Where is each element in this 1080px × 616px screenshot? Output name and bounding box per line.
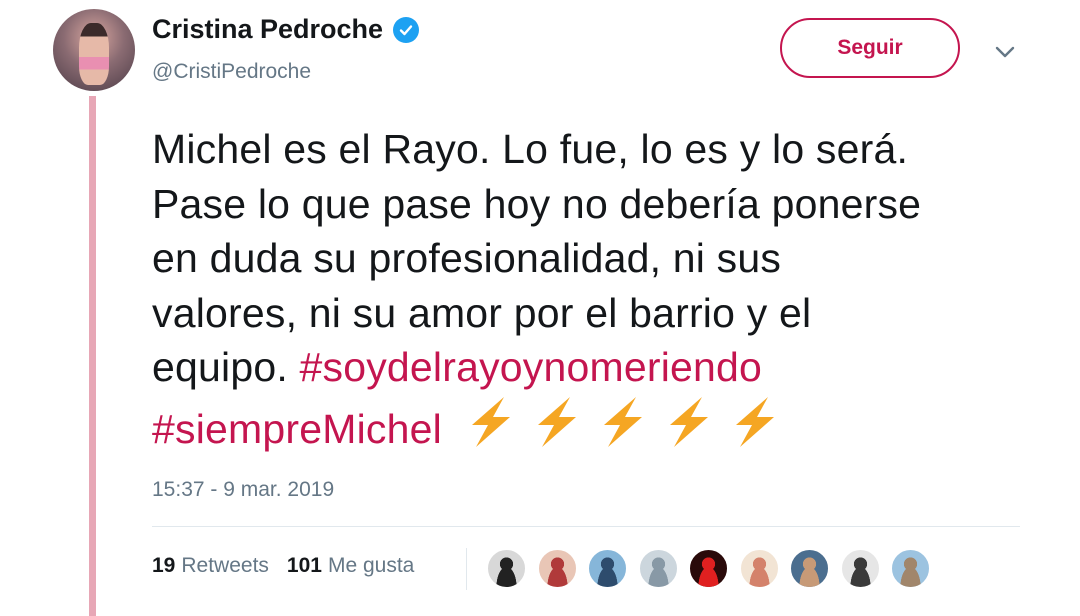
liker-avatar-7[interactable]: [789, 548, 830, 589]
avatar-photo: [488, 550, 525, 587]
avatar-photo: [791, 550, 828, 587]
avatar-photo: [892, 550, 929, 587]
avatar-photo: [538, 550, 576, 587]
tweet-line: Michel es el Rayo. Lo fue, lo es y lo se…: [152, 126, 909, 172]
likes-label[interactable]: Me gusta: [328, 554, 414, 578]
liker-avatar-4[interactable]: [637, 548, 679, 589]
chevron-down-icon[interactable]: [993, 42, 1017, 62]
liker-avatar-9[interactable]: [890, 548, 931, 589]
retweets-count[interactable]: 19: [152, 554, 175, 578]
tweet-stats: 19 Retweets 101 Me gusta: [152, 554, 414, 578]
liker-avatar-3[interactable]: [587, 548, 628, 589]
hashtag-link[interactable]: #siempreMichel: [152, 406, 442, 452]
hashtag-link[interactable]: #soydelrayoynomeriendo: [300, 344, 763, 390]
liker-avatar-6[interactable]: [738, 548, 780, 589]
tweet-line: en duda su profesionalidad, ni sus: [152, 235, 782, 281]
tweet-line: equipo. #soydelrayoynomeriendo: [152, 340, 1052, 395]
divider: [152, 526, 1020, 527]
author-name-row: Cristina Pedroche: [152, 14, 420, 45]
high-voltage-icon: [735, 396, 774, 447]
verified-badge-icon: [393, 16, 420, 43]
tweet-line: valores, ni su amor por el barrio y el: [152, 289, 812, 336]
avatar-photo: [841, 550, 879, 587]
liker-avatar-8[interactable]: [839, 548, 881, 589]
likes-count[interactable]: 101: [287, 554, 322, 578]
liker-avatar-5[interactable]: [688, 548, 729, 589]
thread-line: [89, 96, 96, 616]
high-voltage-icon: [471, 396, 510, 447]
avatar-photo: [79, 23, 109, 85]
avatar-photo: [639, 550, 677, 587]
liker-avatar-2[interactable]: [536, 548, 578, 589]
follow-button[interactable]: Seguir: [780, 18, 960, 78]
avatar-photo: [740, 550, 778, 587]
tweet-line: Pase lo que pase hoy no debería ponerse: [152, 180, 922, 227]
author-handle[interactable]: @CristiPedroche: [152, 60, 311, 84]
high-voltage-icon: [603, 396, 642, 447]
liker-avatars: [486, 548, 941, 589]
liker-avatar-1[interactable]: [486, 548, 527, 589]
tweet-text-end: equipo.: [152, 344, 288, 390]
stats-divider: [466, 548, 467, 590]
tweet-text: Michel es el Rayo. Lo fue, lo es y lo se…: [152, 122, 1052, 456]
tweet-line: #siempreMichel: [152, 395, 1052, 457]
high-voltage-icon: [537, 396, 576, 447]
emoji-row: [462, 395, 782, 449]
avatar-photo: [589, 550, 626, 587]
author-name[interactable]: Cristina Pedroche: [152, 14, 383, 45]
retweets-label[interactable]: Retweets: [181, 554, 269, 578]
tweet-timestamp[interactable]: 15:37 - 9 mar. 2019: [152, 478, 334, 502]
avatar-photo: [690, 550, 727, 587]
author-avatar[interactable]: [53, 9, 135, 91]
high-voltage-icon: [669, 396, 708, 447]
